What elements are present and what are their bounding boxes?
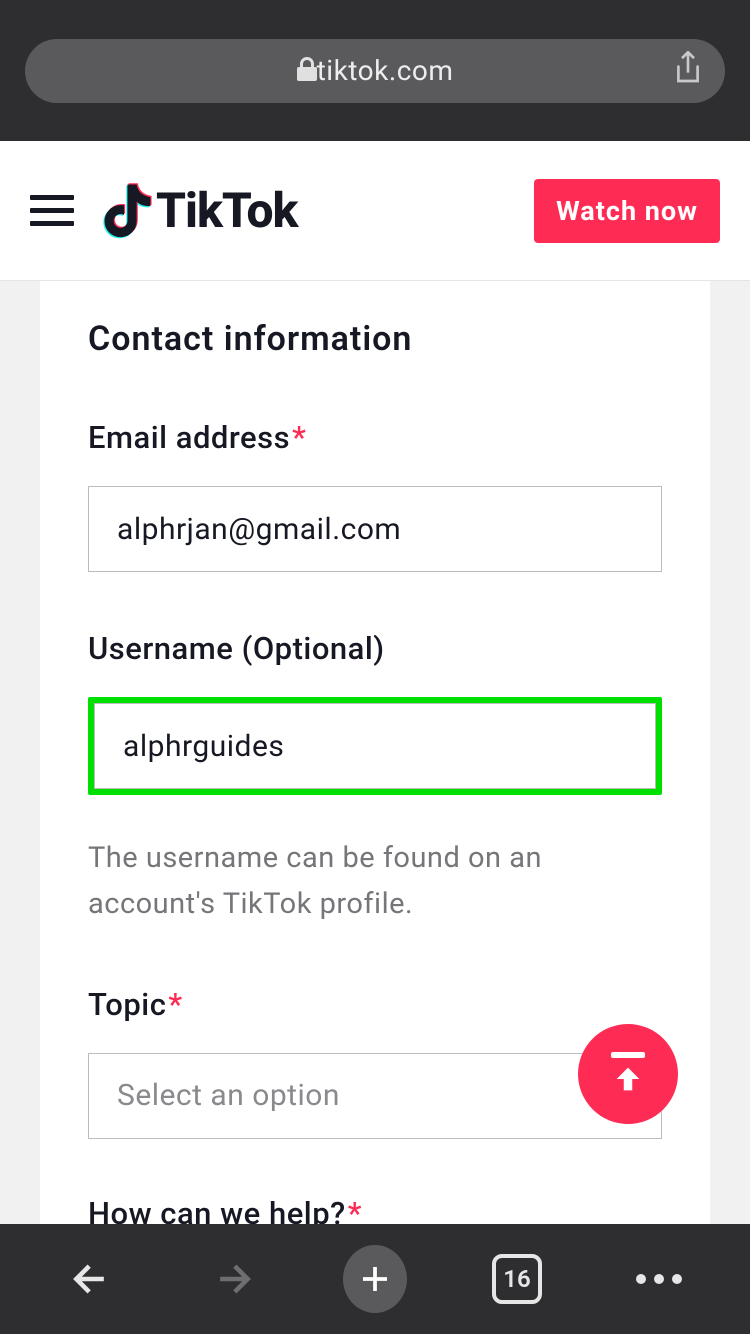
browser-top-bar: tiktok.com [0, 0, 750, 141]
username-highlight [88, 697, 662, 795]
arrow-up-icon [611, 1062, 645, 1096]
url-text: tiktok.com [317, 54, 454, 87]
new-tab-button[interactable] [343, 1247, 407, 1311]
topic-select[interactable]: Select an option [88, 1053, 662, 1139]
browser-bottom-bar: 16 [0, 1224, 750, 1334]
app-header: TikTok Watch now [0, 141, 750, 281]
brand-text: TikTok [156, 182, 297, 239]
email-field-group: Email address* [88, 419, 662, 572]
username-label: Username (Optional) [88, 630, 662, 667]
section-title: Contact information [88, 319, 662, 359]
fab-line [611, 1052, 645, 1058]
watch-now-button[interactable]: Watch now [534, 179, 720, 243]
lock-icon [297, 57, 317, 85]
help-label: How can we help?* [88, 1195, 662, 1224]
email-label: Email address* [88, 419, 662, 456]
topic-label: Topic* [88, 986, 662, 1023]
email-input[interactable] [88, 486, 662, 572]
plus-icon [343, 1245, 407, 1313]
form-card: Contact information Email address* Usern… [40, 281, 710, 1224]
url-bar[interactable]: tiktok.com [25, 39, 725, 103]
username-field-group: Username (Optional) [88, 630, 662, 795]
tabs-button[interactable]: 16 [485, 1247, 549, 1311]
scroll-to-top-button[interactable] [578, 1024, 678, 1124]
required-asterisk: * [168, 986, 182, 1023]
required-asterisk: * [348, 1195, 362, 1224]
forward-button[interactable] [201, 1247, 265, 1311]
page-background: Contact information Email address* Usern… [0, 281, 750, 1224]
music-note-icon [96, 181, 152, 241]
tiktok-logo[interactable]: TikTok [96, 181, 297, 241]
username-helper-text: The username can be found on an account'… [88, 835, 662, 928]
back-button[interactable] [59, 1247, 123, 1311]
topic-field-group: Topic* Select an option [88, 986, 662, 1139]
username-input[interactable] [94, 703, 656, 789]
required-asterisk: * [292, 419, 306, 456]
more-icon [636, 1274, 682, 1284]
tab-count-badge: 16 [492, 1254, 542, 1304]
share-icon[interactable] [673, 51, 703, 91]
more-button[interactable] [627, 1247, 691, 1311]
topic-placeholder: Select an option [117, 1078, 340, 1113]
menu-icon[interactable] [30, 195, 74, 226]
